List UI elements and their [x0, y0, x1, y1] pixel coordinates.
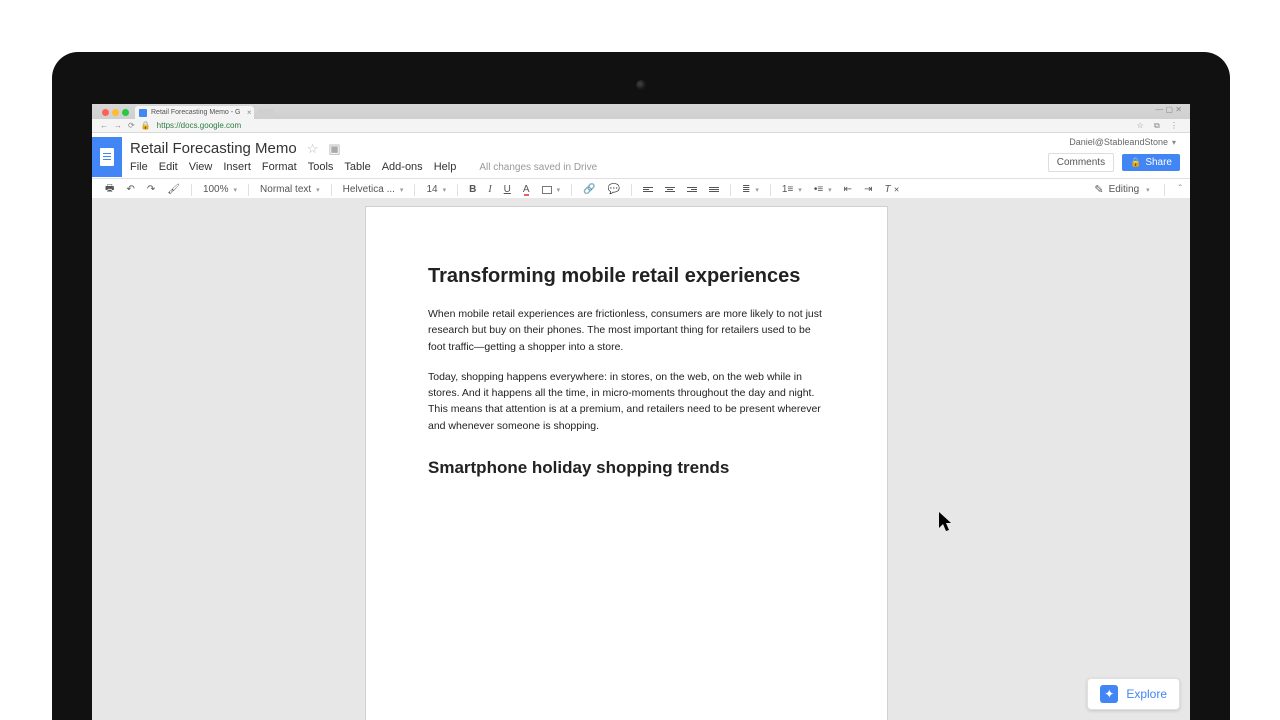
save-status: All changes saved in Drive	[479, 162, 597, 173]
decrease-indent-button[interactable]: ⇤	[839, 182, 857, 197]
doc-paragraph[interactable]: When mobile retail experiences are frict…	[428, 306, 825, 355]
menu-table[interactable]: Table	[344, 161, 370, 173]
paragraph-style-select[interactable]: Normal text▾	[255, 182, 325, 197]
line-spacing-button[interactable]: ≣▾	[737, 182, 764, 197]
star-icon[interactable]: ☆	[307, 141, 319, 157]
underline-button[interactable]: U	[499, 182, 516, 197]
text-color-button[interactable]: A	[518, 182, 535, 197]
tab-close-icon[interactable]: ×	[247, 109, 252, 117]
screen: Retail Forecasting Memo - G × — ▢ ✕ ← → …	[92, 104, 1190, 720]
doc-heading-2[interactable]: Smartphone holiday shopping trends	[428, 458, 825, 478]
zoom-value: 100%	[203, 184, 229, 195]
account-email: Daniel@StableandStone	[1069, 137, 1168, 147]
align-left-button[interactable]	[638, 185, 658, 194]
font-select[interactable]: Helvetica ...▾	[338, 182, 409, 197]
back-button[interactable]: ←	[100, 121, 108, 130]
window-controls[interactable]	[98, 109, 135, 119]
menu-file[interactable]: File	[130, 161, 148, 173]
new-tab-button[interactable]	[258, 109, 274, 119]
italic-button[interactable]: I	[483, 182, 496, 197]
style-value: Normal text	[260, 184, 311, 195]
insert-link-button[interactable]: 🔗	[578, 182, 600, 197]
insert-comment-button[interactable]: 💬	[603, 182, 625, 197]
menu-help[interactable]: Help	[434, 161, 457, 173]
explore-button[interactable]: ✦ Explore	[1087, 678, 1180, 710]
numbered-list-button[interactable]: 1≡▾	[777, 182, 807, 197]
bulleted-list-button[interactable]: •≡▾	[809, 182, 837, 197]
align-justify-button[interactable]	[704, 185, 724, 194]
forward-button[interactable]: →	[114, 121, 122, 130]
menu-tools[interactable]: Tools	[308, 161, 334, 173]
mode-select[interactable]: ✎ Editing ▾	[1094, 183, 1149, 196]
close-icon[interactable]	[102, 109, 109, 116]
account-menu[interactable]: Daniel@StableandStone ▾	[1048, 137, 1180, 147]
document-title[interactable]: Retail Forecasting Memo	[130, 140, 297, 157]
comments-button[interactable]: Comments	[1048, 153, 1114, 172]
undo-button[interactable]: ↶	[121, 182, 139, 197]
lock-icon: 🔒	[141, 121, 151, 130]
share-label: Share	[1145, 157, 1172, 168]
lock-icon: 🔒	[1130, 157, 1141, 168]
menu-addons[interactable]: Add-ons	[382, 161, 423, 173]
move-folder-icon[interactable]: ▣	[328, 141, 340, 157]
font-size-value: 14	[426, 184, 437, 195]
docs-header: Retail Forecasting Memo ☆ ▣ File Edit Vi…	[92, 133, 1190, 179]
hide-menus-button[interactable]: ˆ	[1179, 184, 1182, 195]
browser-action-icons[interactable]: ☆ ⧉ ⋮	[1137, 121, 1182, 131]
redo-button[interactable]: ↷	[142, 182, 160, 197]
menu-format[interactable]: Format	[262, 161, 297, 173]
explore-icon: ✦	[1100, 685, 1118, 703]
window-caption-icons[interactable]: — ▢ ✕	[1155, 105, 1182, 114]
bold-button[interactable]: B	[464, 182, 481, 197]
browser-tabstrip: Retail Forecasting Memo - G × — ▢ ✕	[92, 104, 1190, 119]
minimize-icon[interactable]	[112, 109, 119, 116]
pencil-icon: ✎	[1094, 183, 1103, 196]
menu-bar: File Edit View Insert Format Tools Table…	[130, 157, 1048, 178]
laptop-frame: Retail Forecasting Memo - G × — ▢ ✕ ← → …	[52, 52, 1230, 720]
font-size-select[interactable]: 14▾	[421, 182, 451, 197]
zoom-select[interactable]: 100%▾	[198, 182, 242, 197]
increase-indent-button[interactable]: ⇥	[859, 182, 877, 197]
align-right-button[interactable]	[682, 185, 702, 194]
paint-format-button[interactable]: 🖌	[162, 182, 185, 197]
docs-logo[interactable]	[92, 137, 122, 177]
menu-view[interactable]: View	[189, 161, 213, 173]
document-page[interactable]: Transforming mobile retail experiences W…	[365, 206, 888, 720]
highlight-color-button[interactable]: ▾	[537, 184, 566, 196]
tab-title: Retail Forecasting Memo - G	[151, 109, 240, 116]
browser-tab[interactable]: Retail Forecasting Memo - G ×	[135, 106, 254, 119]
maximize-icon[interactable]	[122, 109, 129, 116]
menu-edit[interactable]: Edit	[159, 161, 178, 173]
laptop-camera	[636, 80, 646, 90]
caret-down-icon: ▾	[1172, 138, 1176, 147]
mode-label: Editing	[1109, 184, 1140, 195]
editor-canvas[interactable]: Transforming mobile retail experiences W…	[92, 198, 1190, 720]
browser-address-bar: ← → ⟳ 🔒 https://docs.google.com ☆ ⧉ ⋮	[92, 119, 1190, 133]
menu-insert[interactable]: Insert	[223, 161, 251, 173]
explore-label: Explore	[1126, 687, 1167, 701]
doc-heading-1[interactable]: Transforming mobile retail experiences	[428, 265, 825, 288]
tab-favicon	[139, 109, 147, 117]
print-button[interactable]: 🖶	[100, 179, 119, 200]
reload-button[interactable]: ⟳	[128, 121, 135, 130]
clear-formatting-button[interactable]: T✕	[879, 182, 904, 197]
align-center-button[interactable]	[660, 185, 680, 194]
url-field[interactable]: https://docs.google.com	[157, 121, 242, 130]
font-value: Helvetica ...	[343, 184, 395, 195]
doc-paragraph[interactable]: Today, shopping happens everywhere: in s…	[428, 369, 825, 434]
share-button[interactable]: 🔒 Share	[1122, 154, 1180, 171]
